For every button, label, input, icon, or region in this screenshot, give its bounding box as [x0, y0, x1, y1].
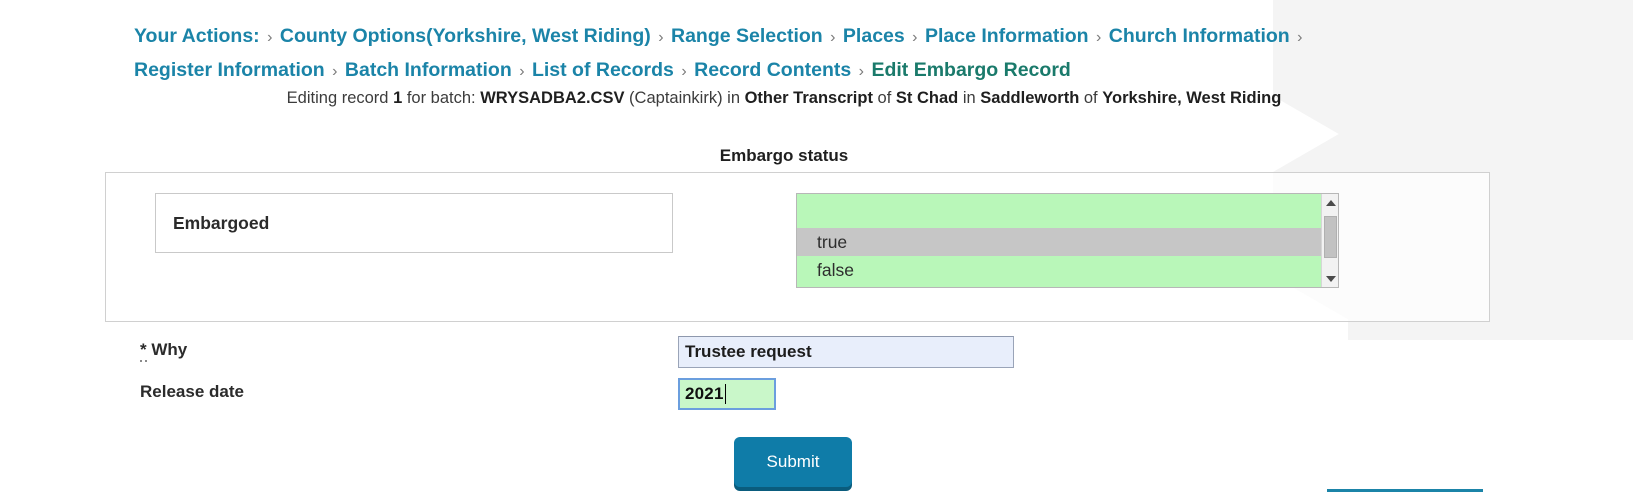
church-name: St Chad [895, 89, 959, 107]
breadcrumb-item-0[interactable]: County Options(Yorkshire, West Riding) [280, 25, 651, 47]
listbox-option-true[interactable]: true [797, 228, 1321, 256]
why-label: * Why [140, 340, 188, 362]
embargo-status-legend: Embargo status [719, 146, 849, 165]
scroll-down-arrow-icon[interactable] [1322, 270, 1338, 287]
breadcrumb-separator: › [907, 29, 922, 46]
breadcrumb-separator: › [653, 29, 668, 46]
record-line-t4: of [872, 89, 896, 107]
breadcrumb-item-4[interactable]: Church Information [1109, 25, 1290, 47]
breadcrumb-item-1[interactable]: Range Selection [671, 25, 823, 47]
scroll-up-arrow-icon[interactable] [1322, 194, 1338, 211]
embargo-status-fieldset: Embargoed true false [105, 172, 1490, 322]
breadcrumb: Your Actions: › County Options(Yorkshire… [134, 20, 1389, 88]
scrollbar-thumb[interactable] [1324, 216, 1337, 258]
required-marker-icon: * [140, 340, 147, 362]
breadcrumb-separator: › [676, 63, 692, 80]
release-date-label: Release date [140, 382, 244, 401]
record-line-t2: for batch: [402, 89, 481, 107]
why-label-text: Why [151, 340, 188, 359]
record-number: 1 [393, 89, 403, 107]
embargo-status-name-field[interactable]: Embargoed [155, 193, 673, 253]
breadcrumb-separator: › [514, 63, 529, 80]
breadcrumb-item-5[interactable]: Register Information [134, 59, 325, 81]
breadcrumb-separator: › [854, 63, 869, 80]
breadcrumb-separator: › [327, 63, 342, 80]
page-root: Your Actions: › County Options(Yorkshire… [0, 0, 1633, 502]
breadcrumb-item-9: Edit Embargo Record [871, 59, 1071, 81]
embargo-value-options[interactable]: true false [797, 194, 1321, 287]
record-line-t3: (Captainkirk) in [624, 89, 745, 107]
breadcrumb-separator: › [825, 29, 840, 46]
submit-button[interactable]: Submit [734, 437, 852, 487]
county-name: Yorkshire, West Riding [1102, 89, 1282, 107]
listbox-scrollbar[interactable] [1321, 194, 1338, 287]
place-name: Saddleworth [980, 89, 1080, 107]
release-date-field-row: Release date 2021 [0, 378, 1568, 412]
breadcrumb-item-8[interactable]: Record Contents [694, 59, 851, 81]
batch-name: WRYSADBA2.CSV [480, 89, 625, 107]
breadcrumb-item-3[interactable]: Place Information [925, 25, 1089, 47]
breadcrumb-separator: › [262, 29, 277, 46]
record-line-t5: in [958, 89, 981, 107]
release-date-input[interactable]: 2021 [678, 378, 776, 410]
breadcrumb-separator: › [1091, 29, 1106, 46]
record-line-t6: of [1079, 89, 1103, 107]
bottom-divider [1327, 489, 1483, 492]
text-caret [724, 384, 726, 404]
breadcrumb-item-6[interactable]: Batch Information [345, 59, 512, 81]
embargo-value-listbox[interactable]: true false [796, 193, 1339, 288]
record-type: Other Transcript [744, 89, 873, 107]
breadcrumb-prefix: Your Actions: [134, 25, 260, 47]
listbox-option-false[interactable]: false [797, 256, 1321, 284]
why-input[interactable] [678, 336, 1014, 368]
breadcrumb-separator: › [1292, 29, 1303, 46]
why-field-row: * Why [0, 336, 1568, 370]
breadcrumb-item-2[interactable]: Places [843, 25, 905, 47]
record-line-t1: Editing record [286, 89, 394, 107]
embargo-status-name-value: Embargoed [173, 212, 270, 233]
record-context-line: Editing record 1 for batch: WRYSADBA2.CS… [0, 88, 1568, 108]
breadcrumb-item-7[interactable]: List of Records [532, 59, 674, 81]
release-date-value: 2021 [685, 384, 724, 403]
